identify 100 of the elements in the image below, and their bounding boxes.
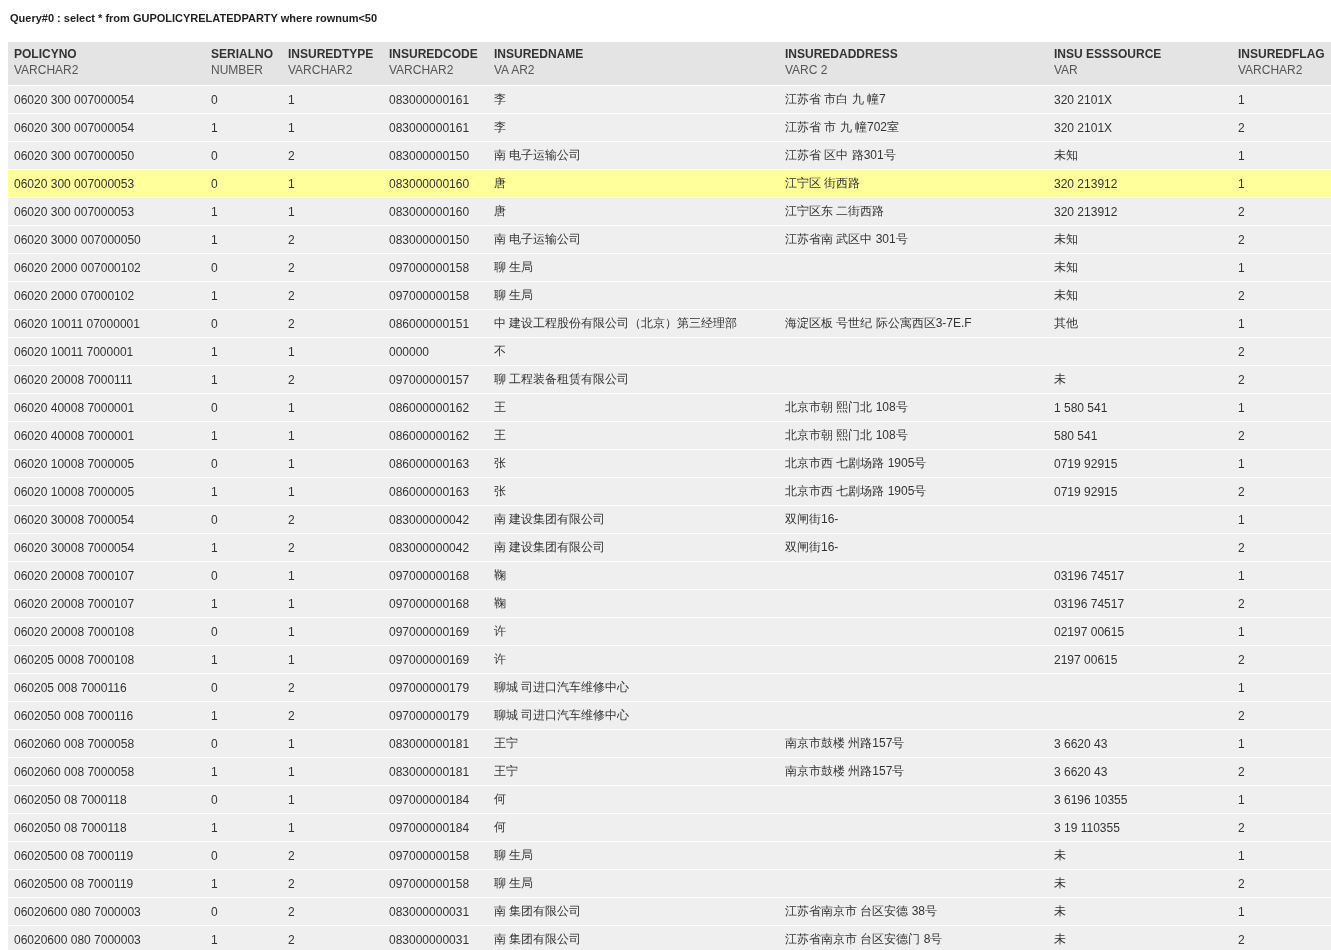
table-cell: 鞠 xyxy=(494,595,506,612)
table-row[interactable]: 06020500 08 7000119 0 2 097000000158 聊 生局 未 1 xyxy=(8,842,1331,870)
table-row[interactable]: 06020 300 007000054 1 1 083000000161 李 江苏省 市 九 幢702室 320 2101X 2 xyxy=(8,114,1331,142)
table-row[interactable]: 06020 20008 7000111 1 2 097000000157 聊 工程装备租赁有限公司 未 2 xyxy=(8,366,1331,394)
table-cell: 1 xyxy=(211,120,218,135)
table-row[interactable]: 060205 0008 7000108 1 1 097000000169 许 2197 00615 2 xyxy=(8,646,1331,674)
table-cell: 1 xyxy=(288,120,295,135)
table-cell: 不 xyxy=(494,343,506,360)
table-cell: 320 213912 xyxy=(1054,176,1118,191)
table-cell: 李 xyxy=(494,91,506,108)
table-cell: 097000000168 xyxy=(389,568,470,583)
table-cell: 1 xyxy=(288,820,295,835)
table-cell: 1 xyxy=(288,568,295,583)
table-cell: 1 xyxy=(288,624,295,639)
table-cell: 北京市西 七剧场路 1905号 xyxy=(785,483,927,500)
table-cell: 0719 92915 xyxy=(1054,456,1118,471)
table-cell: 1 xyxy=(211,652,218,667)
table-cell: 0 xyxy=(211,848,218,863)
table-row[interactable]: 06020 30008 7000054 0 2 083000000042 南 建设集团有限公司 双闸街16- 1 xyxy=(8,506,1331,534)
table-cell: 1 xyxy=(1238,316,1245,331)
table-cell: 2 xyxy=(288,876,295,891)
table-row[interactable]: 06020 300 007000053 1 1 083000000160 唐 江宁区东 二街西路 320 213912 2 xyxy=(8,198,1331,226)
table-cell: 1 xyxy=(1238,456,1245,471)
table-row[interactable]: 06020 10008 7000005 0 1 086000000163 张 北京市西 七剧场路 1905号 0719 92915 1 xyxy=(8,450,1331,478)
table-cell: 097000000169 xyxy=(389,624,470,639)
table-row[interactable]: 06020 40008 7000001 0 1 086000000162 王 北京市朝 熙门北 108号 1 580 541 1 xyxy=(8,394,1331,422)
table-cell: 1 xyxy=(1238,92,1245,107)
table-cell: 0719 92915 xyxy=(1054,484,1118,499)
table-row[interactable]: 06020 20008 7000108 0 1 097000000169 许 02197 00615 1 xyxy=(8,618,1331,646)
table-row[interactable]: 0602060 008 7000058 1 1 083000000181 王宁 南京市鼓楼 州路157号 3 6620 43 2 xyxy=(8,758,1331,786)
table-cell: 03196 74517 xyxy=(1054,596,1125,611)
table-row[interactable]: 06020600 080 7000003 0 2 083000000031 南 集团有限公司 江苏省南京市 台区安德 38号 未 1 xyxy=(8,898,1331,926)
table-row[interactable]: 0602060 008 7000058 0 1 083000000181 王宁 南京市鼓楼 州路157号 3 6620 43 1 xyxy=(8,730,1331,758)
table-cell: 1 xyxy=(211,288,218,303)
table-row[interactable]: 06020500 08 7000119 1 2 097000000158 聊 生局 未 2 xyxy=(8,870,1331,898)
table-row[interactable]: 06020 20008 7000107 1 1 097000000168 鞠 03196 74517 2 xyxy=(8,590,1331,618)
table-cell: 000000 xyxy=(389,344,430,359)
table-cell: 王宁 xyxy=(494,735,518,752)
table-row[interactable]: 06020 2000 07000102 1 2 097000000158 聊 生局 未知 2 xyxy=(8,282,1331,310)
table-cell: 06020 300 007000054 xyxy=(14,120,135,135)
table-cell: 02197 00615 xyxy=(1054,624,1125,639)
table-cell: 1 xyxy=(288,204,295,219)
column-name: INSUREDCODE xyxy=(389,47,478,61)
table-cell: 03196 74517 xyxy=(1054,568,1125,583)
table-cell: 2 xyxy=(288,232,295,247)
table-cell: 0 xyxy=(211,176,218,191)
table-cell: 聊 生局 xyxy=(494,287,534,304)
table-cell: 未知 xyxy=(1054,287,1078,304)
table-cell: 1 xyxy=(211,484,218,499)
table-row[interactable]: 060205 008 7000116 0 2 097000000179 聊城 司进口汽车维修中心 1 xyxy=(8,674,1331,702)
table-row[interactable]: 0602050 08 7000118 1 1 097000000184 何 3 19 110355 2 xyxy=(8,814,1331,842)
table-cell: 1 xyxy=(211,876,218,891)
table-row[interactable]: 0602050 008 7000116 1 2 097000000179 聊城 司进口汽车维修中心 2 xyxy=(8,702,1331,730)
table-cell: 张 xyxy=(494,455,506,472)
table-cell: 06020 30008 7000054 xyxy=(14,540,135,555)
table-cell: 1 xyxy=(211,204,218,219)
table-cell: 083000000160 xyxy=(389,176,470,191)
table-cell: 1 xyxy=(288,596,295,611)
column-name: INSUREDNAME xyxy=(494,47,584,61)
table-row[interactable]: 06020 300 007000053 0 1 083000000160 唐 江宁区 街西路 320 213912 1 xyxy=(8,170,1331,198)
table-row[interactable]: 0602050 08 7000118 0 1 097000000184 何 3 6196 10355 1 xyxy=(8,786,1331,814)
table-cell: 0 xyxy=(211,680,218,695)
table-cell: 李 xyxy=(494,119,506,136)
table-cell: 1 xyxy=(211,764,218,779)
table-cell: 1 xyxy=(211,344,218,359)
table-cell: 06020 10008 7000005 xyxy=(14,484,135,499)
table-cell: 06020 3000 007000050 xyxy=(14,232,141,247)
table-row[interactable]: 06020 20008 7000107 0 1 097000000168 鞠 03196 74517 1 xyxy=(8,562,1331,590)
table-cell: 1 xyxy=(211,820,218,835)
table-cell: 320 213912 xyxy=(1054,204,1118,219)
table-row[interactable]: 06020 2000 007000102 0 2 097000000158 聊 生局 未知 1 xyxy=(8,254,1331,282)
table-cell: 2 xyxy=(1238,288,1245,303)
table-cell: 1 xyxy=(211,428,218,443)
table-row[interactable]: 06020 40008 7000001 1 1 086000000162 王 北京市朝 熙门北 108号 580 541 2 xyxy=(8,422,1331,450)
column-name: INSU ESSSOURCE xyxy=(1054,47,1162,61)
table-cell: 0602050 008 7000116 xyxy=(14,708,134,723)
query-text: Query#0 : select * from GUPOLICYRELATEDPARTY where rownum<50 xyxy=(9,12,379,26)
table-cell: 06020 30008 7000054 xyxy=(14,512,135,527)
table-row[interactable]: 06020 300 007000050 0 2 083000000150 南 电子运输公司 江苏省 区中 路301号 未知 1 xyxy=(8,142,1331,170)
table-cell: 1 xyxy=(1238,148,1245,163)
table-row[interactable]: 06020 300 007000054 0 1 083000000161 李 江苏省 市白 九 幢7 320 2101X 1 xyxy=(8,86,1331,114)
table-cell: 南 建设集团有限公司 xyxy=(494,511,606,528)
table-cell: 086000000163 xyxy=(389,456,470,471)
table-row[interactable]: 06020600 080 7000003 1 2 083000000031 南 集团有限公司 江苏省南京市 台区安德门 8号 未 2 xyxy=(8,926,1331,950)
table-cell: 06020600 080 7000003 xyxy=(14,932,141,947)
table-cell: 097000000169 xyxy=(389,652,470,667)
table-row[interactable]: 06020 3000 007000050 1 2 083000000150 南 电子运输公司 江苏省南 武区中 301号 未知 2 xyxy=(8,226,1331,254)
table-cell: 097000000158 xyxy=(389,260,470,275)
table-cell: 1 xyxy=(1238,176,1245,191)
table-cell: 1 xyxy=(288,456,295,471)
table-row[interactable]: 06020 10011 07000001 0 2 086000000151 中 建设工程股份有限公司（北京）第三经理部 海淀区板 号世纪 际公寓西区3-7E.F 其他 1 xyxy=(8,310,1331,338)
table-row[interactable]: 06020 30008 7000054 1 2 083000000042 南 建设集团有限公司 双闸街16- 2 xyxy=(8,534,1331,562)
table-cell: 2 xyxy=(288,932,295,947)
table-cell: 聊 生局 xyxy=(494,847,534,864)
table-cell: 083000000181 xyxy=(389,764,470,779)
table-cell: 1 xyxy=(288,484,295,499)
table-cell: 2 xyxy=(288,540,295,555)
table-row[interactable]: 06020 10008 7000005 1 1 086000000163 张 北京市西 七剧场路 1905号 0719 92915 2 xyxy=(8,478,1331,506)
table-row[interactable]: 06020 10011 7000001 1 1 000000 不 2 xyxy=(8,338,1331,366)
table-cell: 1 xyxy=(1238,904,1245,919)
